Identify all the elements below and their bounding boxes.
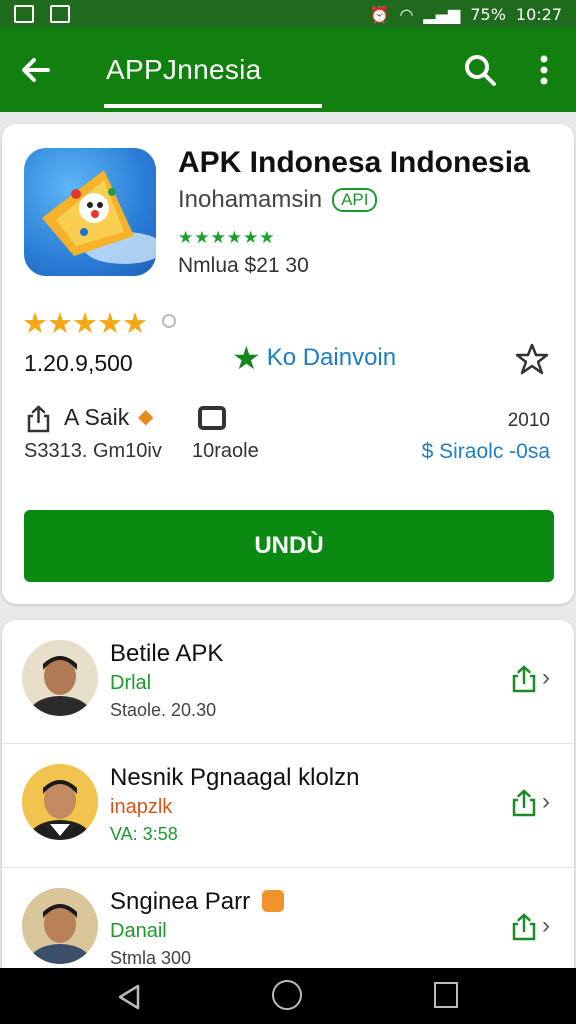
list-item[interactable]: Betile APK Drlal Staole. 20.30 › <box>2 620 574 744</box>
related-apps-list: Betile APK Drlal Staole. 20.30 › Nesnik … <box>2 620 574 980</box>
app-logo <box>24 148 156 276</box>
wishlist-label: Ko Dainvoin <box>266 344 397 371</box>
status-bar: ⏰ ◠ ▂▄▆ 75% 10:27 <box>0 0 576 28</box>
chevron-right-icon[interactable]: › <box>542 912 550 940</box>
app-logo-art <box>42 170 156 264</box>
item-title: Betile APK <box>110 640 224 667</box>
info-size: S3313. Gm10iv <box>24 440 162 462</box>
rating-info-icon <box>162 314 176 328</box>
wifi-icon: ◠ <box>399 4 414 24</box>
share-icon[interactable] <box>510 912 538 942</box>
developer-name[interactable]: Inohamamsin <box>178 186 322 214</box>
device-icon <box>198 406 226 430</box>
avatar <box>22 888 98 964</box>
app-title: APPJnnesia <box>106 54 262 85</box>
small-rating-stars: ★★★★★★ <box>178 228 276 247</box>
item-subtitle: inapzlk <box>110 796 173 818</box>
app-name: APK Indonesa Indonesia <box>178 146 530 179</box>
app-details-card: APK Indonesa Indonesia Inohamamsin API ★… <box>2 124 574 604</box>
item-badge-icon <box>262 890 284 912</box>
device-label: 10raole <box>192 440 259 462</box>
info-label: A Saik <box>64 404 130 430</box>
nav-home-icon[interactable] <box>272 980 302 1010</box>
app-bar: APPJnnesia <box>0 28 576 112</box>
battery-level: 75% <box>470 4 506 24</box>
alarm-icon: ⏰ <box>369 4 390 24</box>
chevron-right-icon[interactable]: › <box>542 664 550 692</box>
price-link[interactable]: $ Siraolc -0sa <box>422 440 550 464</box>
download-count: 1.20.9,500 <box>24 350 133 376</box>
navigation-bar <box>0 968 576 1024</box>
status-indicators: ⏰ ◠ ▂▄▆ 75% 10:27 <box>370 5 562 24</box>
item-meta: Stmla 300 <box>110 948 192 968</box>
more-vert-icon[interactable] <box>530 50 558 90</box>
item-meta: VA: 3:58 <box>110 824 178 844</box>
list-item[interactable]: Nesnik Pgnaagal klolzn inapzlk VA: 3:58 … <box>2 744 574 868</box>
star-icon: ★ <box>232 340 261 376</box>
nav-recents-icon[interactable] <box>434 982 458 1008</box>
item-subtitle: Drlal <box>110 672 152 694</box>
price-line: Nmlua $21 30 <box>178 254 309 277</box>
developer-row: Inohamamsin API <box>178 186 378 214</box>
nav-back-icon[interactable] <box>114 982 144 1012</box>
item-meta: Staole. 20.30 <box>110 700 217 720</box>
install-button[interactable]: UNDÙ <box>24 510 554 582</box>
avatar <box>22 764 98 840</box>
share-icon[interactable] <box>24 404 54 434</box>
avatar <box>22 640 98 716</box>
info-badge-icon: ◆ <box>138 406 154 428</box>
share-icon[interactable] <box>510 788 538 818</box>
clock: 10:27 <box>515 4 562 24</box>
api-badge: API <box>332 188 378 212</box>
tab-indicator <box>104 104 322 108</box>
wishlist-button[interactable]: ★ Ko Dainvoin <box>232 340 397 376</box>
rating-stars: ★★★★★ <box>22 308 148 340</box>
star-outline-icon[interactable] <box>512 340 552 380</box>
notification-icons <box>14 5 70 23</box>
gallery-notification-icon <box>14 5 34 23</box>
arrow-left-icon[interactable] <box>16 50 56 90</box>
item-subtitle: Danail <box>110 920 167 942</box>
item-title: Nesnik Pgnaagal klolzn <box>110 764 360 791</box>
chevron-right-icon[interactable]: › <box>542 788 550 816</box>
list-item[interactable]: Sngineа Parr Danail Stmla 300 › <box>2 868 574 980</box>
year-label: 2010 <box>507 410 550 431</box>
share-icon[interactable] <box>510 664 538 694</box>
item-title: Sngineа Parr <box>110 888 251 915</box>
search-icon[interactable] <box>460 50 500 90</box>
signal-icon: ▂▄▆ <box>423 4 461 24</box>
image-notification-icon <box>50 5 70 23</box>
